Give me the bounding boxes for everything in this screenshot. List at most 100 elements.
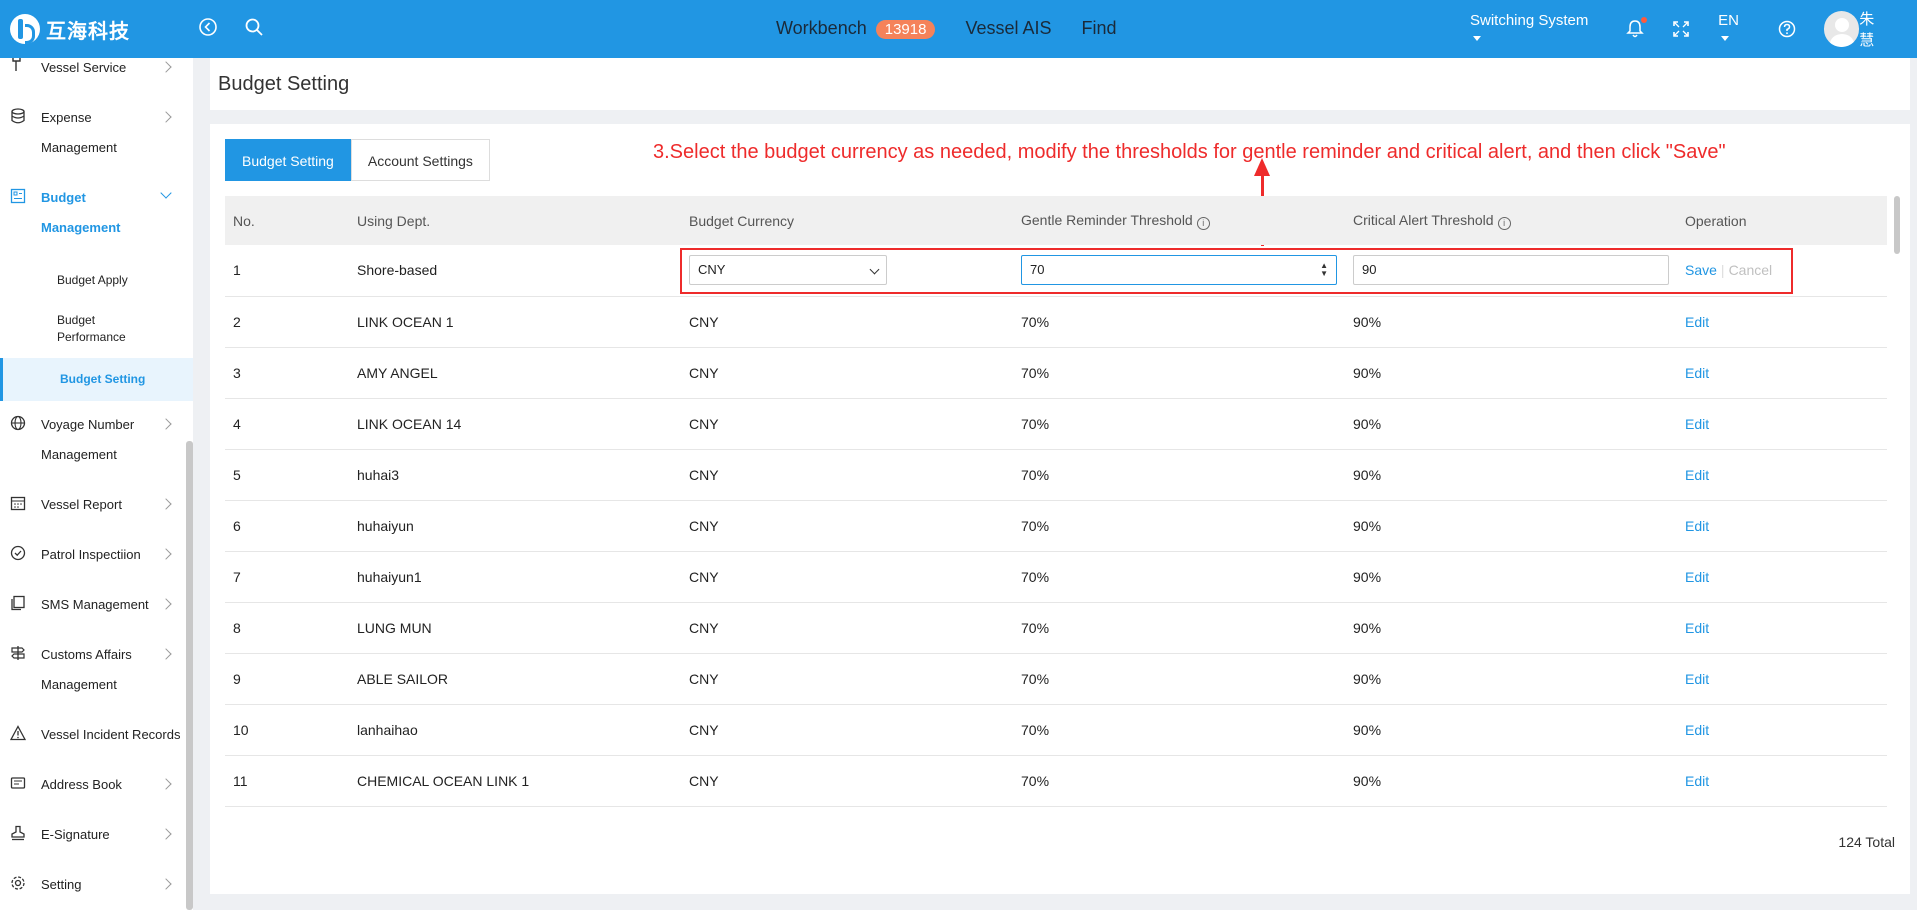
table-row: 4 LINK OCEAN 14 CNY 70% 90% Edit [225, 398, 1887, 450]
sidebar-item-budget-management[interactable]: Budget Management [0, 187, 186, 248]
cell-no: 2 [225, 296, 349, 348]
cell-critical: 90% [1345, 755, 1677, 807]
check-circle-icon [10, 545, 26, 561]
switching-system-label: Switching System [1470, 12, 1589, 29]
sidebar-subitem-budget-performance[interactable]: Budget Performance [0, 310, 193, 354]
cell-dept: LINK OCEAN 1 [349, 296, 681, 348]
info-icon[interactable]: i [1497, 216, 1511, 230]
cell-gentle: 70% [1013, 449, 1345, 501]
edit-link[interactable]: Edit [1685, 518, 1709, 534]
signpost-icon [11, 646, 25, 660]
cell-critical: 90% [1345, 296, 1677, 348]
edit-link[interactable]: Edit [1685, 365, 1709, 381]
cell-no: 7 [225, 551, 349, 603]
sidebar-subitem-budget-setting[interactable]: Budget Setting [0, 358, 193, 401]
stamp-icon [11, 825, 25, 841]
cell-dept: LUNG MUN [349, 602, 681, 654]
user-name[interactable]: 朱慧 [1859, 8, 1889, 50]
cell-critical: 90% [1345, 500, 1677, 552]
warning-icon [10, 725, 26, 741]
table-row: 10 lanhaihao CNY 70% 90% Edit [225, 704, 1887, 756]
search-icon[interactable] [242, 17, 266, 41]
nav-workbench[interactable]: Workbench 13918 [776, 18, 936, 39]
sidebar-item-sms-management[interactable]: SMS Management [0, 595, 186, 619]
cell-operation: Edit [1677, 755, 1887, 807]
chevron-down-icon [160, 187, 172, 199]
cell-gentle: 70% [1013, 755, 1345, 807]
sidebar-item-vessel-incident-records[interactable]: Vessel Incident Records [0, 725, 186, 749]
cell-gentle: 70% [1013, 602, 1345, 654]
switching-system-dropdown[interactable]: Switching System [1470, 12, 1598, 46]
cell-operation: Edit [1677, 500, 1887, 552]
tab-account-settings[interactable]: Account Settings [350, 139, 490, 181]
sidebar-item-setting[interactable]: Setting [0, 875, 186, 899]
sidebar-item-vessel-service[interactable]: Vessel Service [0, 58, 186, 84]
fullscreen-icon[interactable] [1672, 20, 1690, 38]
chevron-right-icon [160, 418, 172, 430]
workbench-badge: 13918 [875, 20, 936, 39]
sidebar-item-label: Expense [41, 110, 92, 125]
edit-link[interactable]: Edit [1685, 773, 1709, 789]
sidebar-item-label-2: Management [41, 447, 117, 462]
cell-operation: Edit [1677, 296, 1887, 348]
language-label: EN [1718, 12, 1739, 29]
cell-currency: CNY [681, 449, 1013, 501]
back-icon[interactable] [196, 17, 220, 41]
caret-down-icon [1721, 35, 1730, 41]
cell-critical: 90% [1345, 347, 1677, 399]
sidebar-item-customs-affairs-management[interactable]: Customs Affairs Management [0, 645, 186, 705]
wrench-icon [12, 58, 21, 71]
nav-vessel-ais[interactable]: Vessel AIS [965, 18, 1051, 39]
cell-dept: huhai3 [349, 449, 681, 501]
edit-link[interactable]: Edit [1685, 467, 1709, 483]
cell-currency: CNY [681, 551, 1013, 603]
sidebar-item-label: E-Signature [41, 827, 110, 842]
cell-operation: Edit [1677, 704, 1887, 756]
sidebar-item-vessel-report[interactable]: Vessel Report [0, 495, 186, 519]
calendar-icon [10, 496, 26, 511]
content-panel: Budget Setting Account Settings 3.Select… [210, 124, 1910, 894]
tab-budget-setting[interactable]: Budget Setting [225, 139, 351, 181]
cell-operation: Edit [1677, 347, 1887, 399]
help-icon[interactable] [1778, 20, 1796, 38]
edit-link[interactable]: Edit [1685, 620, 1709, 636]
chevron-right-icon [160, 61, 172, 73]
sidebar-item-e-signature[interactable]: E-Signature [0, 825, 186, 849]
page-header: Budget Setting [210, 58, 1910, 110]
cell-gentle: 70% [1013, 398, 1345, 450]
cell-operation: Edit [1677, 398, 1887, 450]
sidebar-subitem-budget-apply[interactable]: Budget Apply [0, 265, 193, 295]
sidebar-subitem-label: Budget [57, 313, 96, 327]
logo[interactable]: 互海科技 [10, 14, 130, 44]
cell-currency: CNY [681, 653, 1013, 705]
header-critical-alert-label: Critical Alert Threshold [1353, 211, 1494, 228]
table-row: 2 LINK OCEAN 1 CNY 70% 90% Edit [225, 296, 1887, 348]
sidebar-item-patrol-inspection[interactable]: Patrol Inspectiion [0, 545, 186, 569]
sidebar-item-voyage-number-management[interactable]: Voyage Number Management [0, 415, 186, 475]
cell-critical: 90% [1345, 551, 1677, 603]
nav-find[interactable]: Find [1082, 18, 1117, 39]
edit-link[interactable]: Edit [1685, 671, 1709, 687]
edit-link[interactable]: Edit [1685, 314, 1709, 330]
sidebar-item-expense-management[interactable]: Expense Management [0, 108, 186, 168]
edit-link[interactable]: Edit [1685, 569, 1709, 585]
sidebar-item-address-book[interactable]: Address Book [0, 775, 186, 799]
cell-currency: CNY [681, 296, 1013, 348]
avatar[interactable] [1823, 11, 1860, 47]
chevron-right-icon [160, 111, 172, 123]
chevron-right-icon [160, 598, 172, 610]
table-scrollbar[interactable] [1894, 196, 1900, 254]
language-dropdown[interactable]: EN [1718, 12, 1750, 46]
sidebar-scrollbar[interactable] [186, 441, 193, 910]
info-icon[interactable]: i [1196, 216, 1210, 230]
edit-link[interactable]: Edit [1685, 416, 1709, 432]
bell-icon[interactable] [1626, 17, 1648, 39]
sidebar: Vessel Service Expense Management Budget… [0, 58, 193, 910]
edit-link[interactable]: Edit [1685, 722, 1709, 738]
address-book-icon [10, 777, 26, 789]
cell-no: 3 [225, 347, 349, 399]
annotation-highlight-box [680, 248, 1793, 294]
table-row: 3 AMY ANGEL CNY 70% 90% Edit [225, 347, 1887, 399]
cell-gentle: 70% [1013, 704, 1345, 756]
cell-dept: huhaiyun [349, 500, 681, 552]
